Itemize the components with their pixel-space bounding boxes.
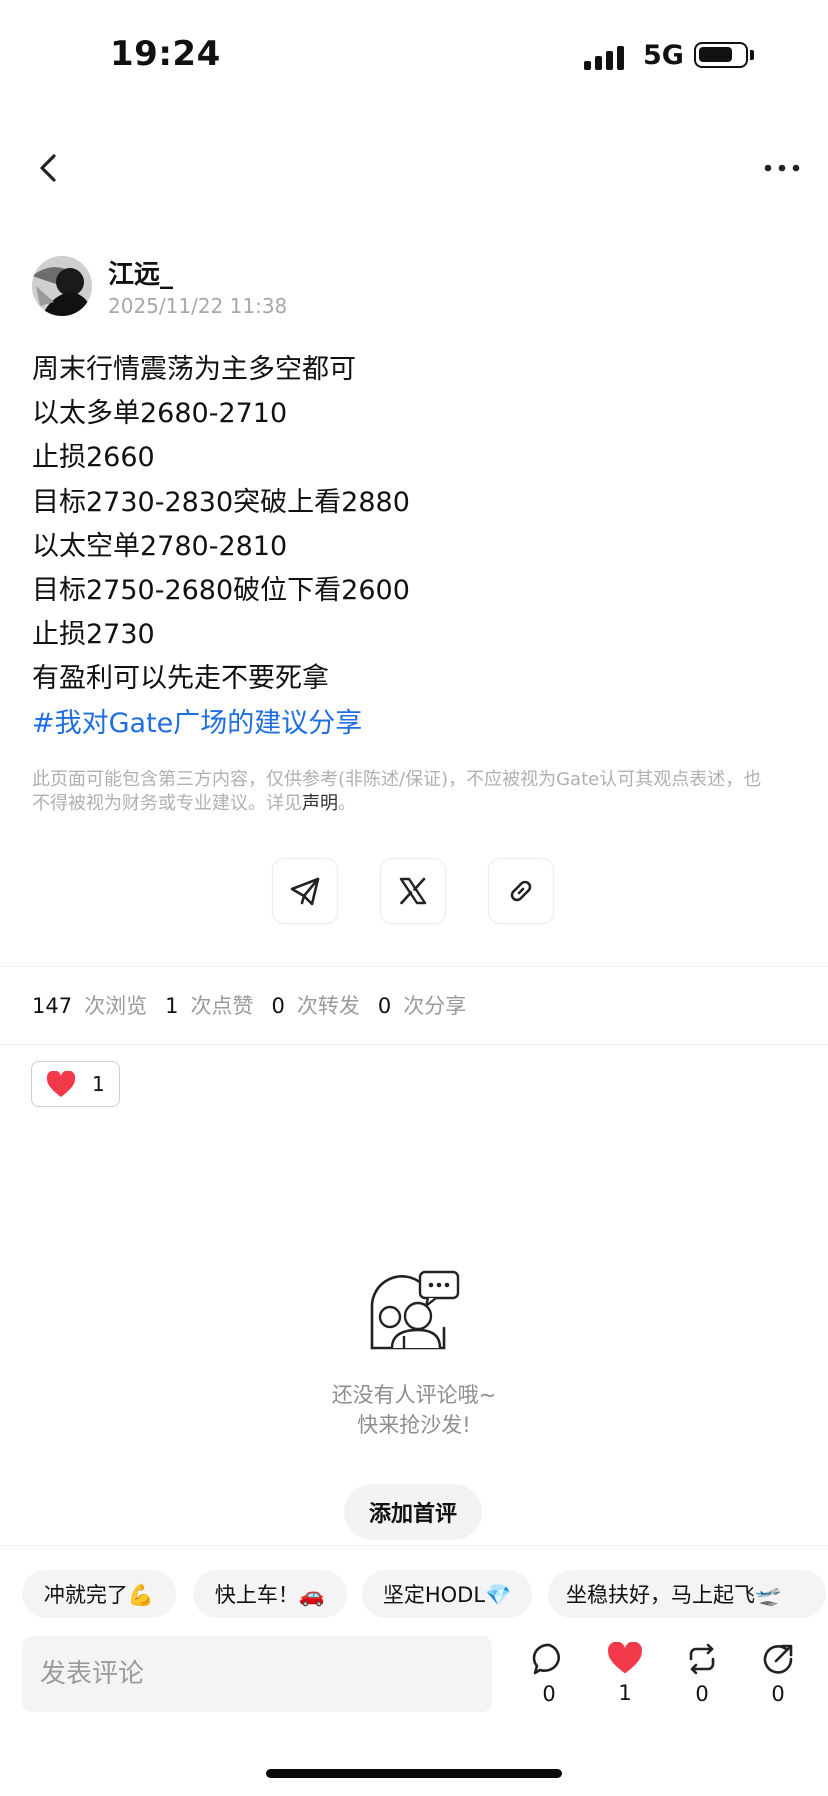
- x-icon: [399, 877, 427, 905]
- shares-label: 次分享: [403, 994, 467, 1018]
- share-action[interactable]: 0: [748, 1642, 808, 1706]
- battery-tip: [750, 50, 754, 60]
- battery-icon: [694, 42, 748, 68]
- repost-count: 0: [695, 1682, 709, 1706]
- reaction-count: 1: [92, 1072, 105, 1096]
- disclaimer: 此页面可能包含第三方内容，仅供参考(非陈述/保证)，不应被视为Gate认可其观点…: [32, 768, 772, 816]
- disclaimer-text: 此页面可能包含第三方内容，仅供参考(非陈述/保证)，不应被视为Gate认可其观点…: [32, 769, 762, 814]
- avatar[interactable]: [32, 256, 92, 316]
- repost-icon: [689, 1643, 715, 1675]
- reaction-chip[interactable]: 1: [31, 1061, 120, 1107]
- post-content: 周末行情震荡为主多空都可 以太多单2680-2710 止损2660 目标2730…: [32, 348, 792, 746]
- comment-icon: [532, 1643, 560, 1675]
- post-line: 目标2730-2830突破上看2880: [32, 486, 410, 518]
- quick-reply-chip[interactable]: 冲就完了💪: [22, 1570, 176, 1618]
- post-line: 止损2660: [32, 442, 155, 474]
- post-stats: 147 次浏览 1 次点赞 0 次转发 0 次分享: [32, 990, 484, 1020]
- reposts-label: 次转发: [296, 994, 360, 1018]
- comment-count: 0: [542, 1682, 556, 1706]
- post-line: 以太空单2780-2810: [32, 530, 288, 562]
- back-button[interactable]: [30, 148, 70, 188]
- heart-icon: [46, 1070, 76, 1097]
- disclaimer-end: 。: [338, 793, 356, 814]
- add-first-comment-button[interactable]: 添加首评: [344, 1484, 482, 1540]
- likes-label: 次点赞: [190, 994, 254, 1018]
- share-x-button[interactable]: [380, 858, 446, 924]
- disclaimer-link[interactable]: 声明: [302, 793, 338, 814]
- status-time: 19:24: [110, 34, 221, 74]
- share-count: 0: [771, 1682, 785, 1706]
- empty-line-2: 快来抢沙发!: [357, 1413, 471, 1437]
- post-timestamp: 2025/11/22 11:38: [108, 294, 288, 318]
- more-button[interactable]: [762, 148, 802, 188]
- comment-input[interactable]: [22, 1636, 492, 1712]
- avatar-image: [32, 256, 92, 316]
- no-comments-illustration: [368, 1270, 460, 1360]
- share-icon: [763, 1644, 793, 1674]
- divider: [0, 966, 828, 967]
- post-line: 目标2750-2680破位下看2600: [32, 575, 410, 607]
- network-label: 5G: [643, 40, 684, 71]
- empty-comments-text: 还没有人评论哦~ 快来抢沙发!: [264, 1380, 564, 1440]
- like-count: 1: [618, 1681, 632, 1705]
- share-telegram-button[interactable]: [272, 858, 338, 924]
- link-icon: [510, 880, 532, 902]
- heart-icon: [608, 1642, 642, 1674]
- post-line: 止损2730: [32, 619, 155, 651]
- shares-count: 0: [377, 994, 392, 1018]
- copy-link-button[interactable]: [488, 858, 554, 924]
- post-line: 周末行情震荡为主多空都可: [32, 354, 356, 385]
- like-action[interactable]: 1: [595, 1642, 655, 1705]
- repost-action[interactable]: 0: [672, 1642, 732, 1706]
- home-indicator[interactable]: [266, 1769, 562, 1778]
- likes-count: 1: [165, 994, 179, 1018]
- reposts-count: 0: [271, 994, 285, 1018]
- hashtag-link[interactable]: #我对Gate广场的建议分享: [32, 702, 792, 746]
- divider: [0, 1044, 828, 1045]
- views-count: 147: [32, 994, 73, 1018]
- author-name[interactable]: 江远_: [108, 254, 173, 291]
- quick-reply-chip[interactable]: 快上车！🚗: [193, 1570, 347, 1618]
- quick-reply-chip[interactable]: 坚定HODL💎: [362, 1570, 532, 1618]
- telegram-icon: [290, 877, 320, 906]
- more-icon: [764, 164, 800, 172]
- post-line: 有盈利可以先走不要死拿: [32, 663, 329, 695]
- signal-icon: [584, 46, 624, 70]
- quick-reply-chip[interactable]: 坐稳扶好，马上起飞🛫: [548, 1570, 826, 1618]
- post-line: 以太多单2680-2710: [32, 398, 288, 430]
- empty-line-1: 还没有人评论哦~: [331, 1383, 497, 1407]
- chevron-left-icon: [40, 154, 56, 182]
- comment-action[interactable]: 0: [519, 1642, 579, 1706]
- views-label: 次浏览: [84, 994, 148, 1018]
